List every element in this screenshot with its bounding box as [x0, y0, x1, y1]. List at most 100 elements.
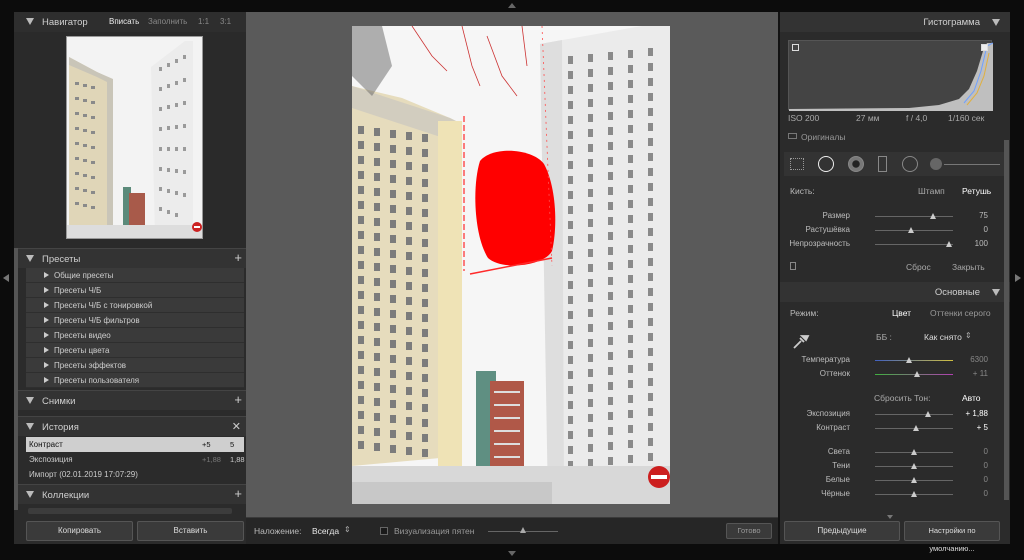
navigator-title: Навигатор [42, 17, 88, 28]
done-button[interactable]: Готово [726, 523, 772, 539]
add-preset-icon[interactable]: + [234, 250, 242, 265]
scroll-down-icon[interactable] [887, 515, 893, 519]
histogram-curve [789, 42, 994, 111]
highlight-clipping-icon[interactable] [981, 44, 988, 51]
adjustment-brush-icon[interactable] [930, 158, 942, 170]
paste-button[interactable]: Вставить [137, 521, 244, 541]
basic-header[interactable]: Основные [780, 282, 1010, 302]
preset-item[interactable]: Общие пресеты [26, 268, 244, 283]
exposure-slider[interactable]: Экспозиция + 1,88 [780, 408, 990, 420]
overlay-select[interactable]: Всегда [312, 526, 339, 536]
right-scrollbar[interactable] [1004, 140, 1009, 500]
top-collapse-icon[interactable] [508, 3, 516, 8]
redeye-icon[interactable] [848, 156, 864, 172]
clone-mode[interactable]: Штамп [918, 186, 945, 196]
navigator-header[interactable]: Навигатор Вписать Заполнить 1:1 3:1 [14, 12, 246, 32]
navigator-area [14, 32, 246, 254]
whites-slider[interactable]: Белые 0 [780, 474, 990, 486]
slider-track[interactable] [875, 360, 953, 361]
highlights-slider[interactable]: Света 0 [780, 446, 990, 458]
slider-knob[interactable] [925, 411, 931, 417]
mode-color[interactable]: Цвет [892, 308, 911, 318]
add-snapshot-icon[interactable]: + [234, 392, 242, 407]
spot-removal-icon[interactable] [818, 156, 834, 172]
spot-removal-mask[interactable] [475, 150, 556, 266]
zoom-fit[interactable]: Вписать [109, 17, 139, 26]
history-item[interactable]: Экспозиция +1,88 1,88 [26, 452, 245, 467]
add-collection-icon[interactable]: + [234, 486, 242, 501]
left-scrollbar[interactable] [14, 248, 18, 510]
brush-toggle-icon[interactable] [790, 262, 796, 270]
histogram-header[interactable]: Гистограмма [780, 12, 1010, 32]
preset-item[interactable]: Пресеты видео [26, 328, 244, 343]
mode-label: Режим: [790, 308, 819, 318]
mode-grayscale[interactable]: Оттенки серого [930, 308, 991, 318]
blacks-slider[interactable]: Чёрные 0 [780, 488, 990, 500]
heal-mode[interactable]: Ретушь [962, 186, 991, 196]
slider-knob[interactable] [930, 213, 936, 219]
zoom-1-1[interactable]: 1:1 [198, 17, 209, 26]
contrast-slider[interactable]: Контраст + 5 [780, 422, 990, 434]
wb-select[interactable]: Как снято [924, 332, 962, 342]
graduated-filter-icon[interactable] [878, 156, 887, 172]
radial-filter-icon[interactable] [902, 156, 918, 172]
right-collapse-icon[interactable] [1015, 274, 1021, 282]
tint-slider[interactable]: Оттенок + 11 [780, 368, 990, 380]
slider-knob[interactable] [911, 463, 917, 469]
left-collapse-icon[interactable] [3, 274, 9, 282]
snapshots-header[interactable]: Снимки + [14, 390, 246, 410]
preset-item[interactable]: Пресеты Ч/Б фильтров [26, 313, 244, 328]
slider-knob[interactable] [911, 449, 917, 455]
zoom-fill[interactable]: Заполнить [148, 17, 187, 26]
histogram-graph[interactable] [788, 40, 994, 111]
slider-knob[interactable] [911, 491, 917, 497]
feather-slider[interactable]: Растушёвка 0 [780, 224, 990, 236]
copy-button[interactable]: Копировать [26, 521, 133, 541]
slider-track[interactable] [875, 414, 953, 415]
slider-track[interactable] [875, 244, 953, 245]
shadow-clipping-icon[interactable] [792, 44, 799, 51]
slider-track[interactable] [875, 230, 953, 231]
eyedropper-icon[interactable] [792, 332, 810, 350]
brush-slider-line [944, 164, 1000, 165]
preset-item[interactable]: Пресеты эффектов [26, 358, 244, 373]
preset-item[interactable]: Пресеты цвета [26, 343, 244, 358]
preset-item[interactable]: Пресеты Ч/Б с тонировкой [26, 298, 244, 313]
collapse-arrow-icon [992, 19, 1000, 26]
slider-knob[interactable] [914, 371, 920, 377]
originals-checkbox[interactable] [788, 133, 797, 139]
clear-history-icon[interactable]: ✕ [232, 420, 241, 433]
zoom-3-1[interactable]: 3:1 [220, 17, 231, 26]
slider-track[interactable] [875, 216, 953, 217]
visualize-slider-knob[interactable] [520, 527, 526, 533]
opacity-slider[interactable]: Непрозрачность 100 [780, 238, 990, 250]
size-slider[interactable]: Размер 75 [780, 210, 990, 222]
history-item[interactable]: Импорт (02.01.2019 17:07:29) [26, 467, 244, 482]
chevron-updown-icon: ⇕ [344, 525, 351, 534]
temperature-slider[interactable]: Температура 6300 [780, 354, 990, 366]
slider-knob[interactable] [906, 357, 912, 363]
crop-tool-icon[interactable] [790, 158, 804, 170]
slider-knob[interactable] [908, 227, 914, 233]
preset-item[interactable]: Пресеты пользователя [26, 373, 244, 388]
expand-arrow-icon [44, 347, 49, 353]
preset-item[interactable]: Пресеты Ч/Б [26, 283, 244, 298]
shadows-slider[interactable]: Тени 0 [780, 460, 990, 472]
tool-strip [784, 152, 1006, 176]
slider-knob[interactable] [913, 425, 919, 431]
slider-knob[interactable] [911, 477, 917, 483]
defaults-button[interactable]: Настройки по умолчанию... [904, 521, 1000, 553]
visualize-checkbox[interactable] [380, 527, 388, 535]
presets-header[interactable]: Пресеты + [14, 248, 246, 268]
bottom-collapse-icon[interactable] [508, 551, 516, 556]
auto-button[interactable]: Авто [962, 393, 981, 403]
reset-button[interactable]: Сброс [906, 262, 931, 272]
close-button[interactable]: Закрыть [952, 262, 985, 272]
collections-header[interactable]: Коллекции + [14, 484, 246, 504]
navigator-thumbnail[interactable] [66, 36, 203, 239]
main-photo[interactable] [352, 26, 670, 504]
history-header[interactable]: История ✕ [14, 416, 246, 436]
snapshots-title: Снимки [42, 396, 76, 407]
history-item-selected[interactable]: Контраст +5 5 [26, 437, 244, 452]
previous-button[interactable]: Предыдущие [784, 521, 900, 541]
